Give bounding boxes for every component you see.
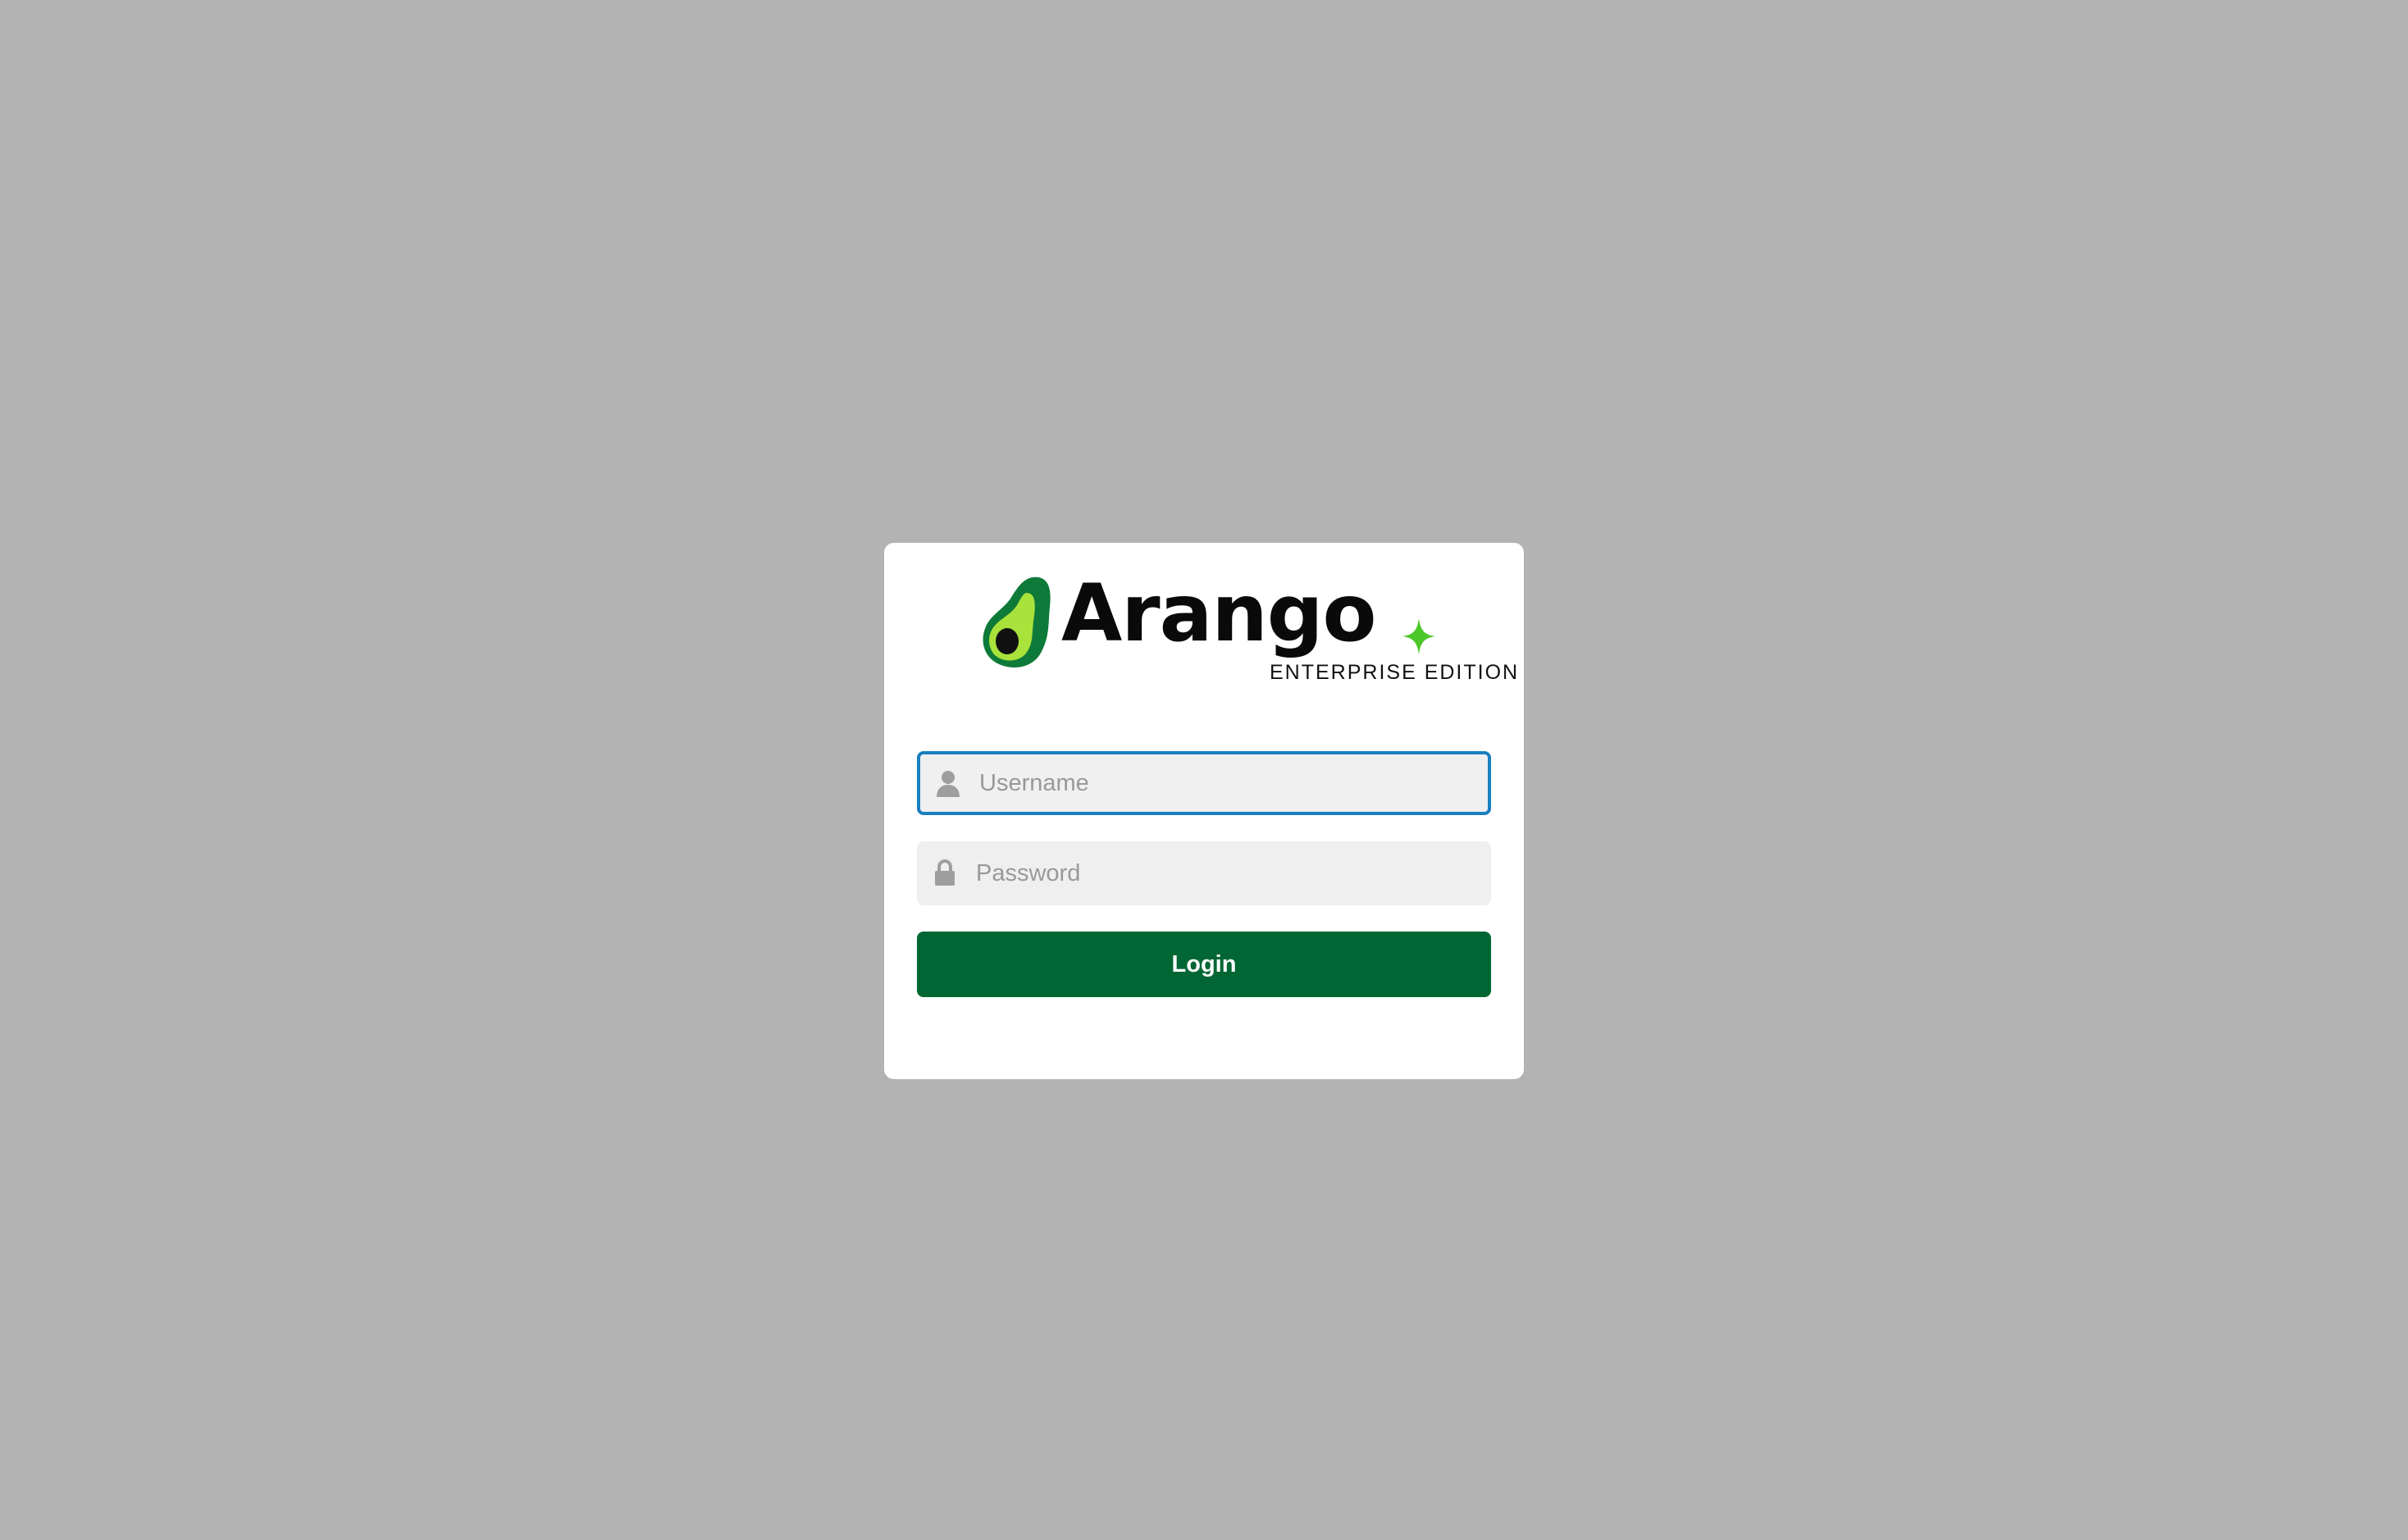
login-button[interactable]: Login [917, 932, 1491, 997]
lock-icon [935, 859, 955, 886]
password-input[interactable] [976, 841, 1468, 905]
sparkle-icon [1402, 618, 1435, 654]
avocado-logo-icon [983, 576, 1051, 667]
username-field[interactable] [917, 751, 1491, 815]
login-card: Arango ENTERPRISE EDITION Login [884, 543, 1524, 1079]
username-input[interactable] [979, 754, 1471, 812]
brand-edition: ENTERPRISE EDITION [1270, 661, 1520, 684]
brand-name: Arango [1061, 567, 1376, 659]
brand-logo: Arango ENTERPRISE EDITION [981, 567, 1517, 686]
user-icon [937, 771, 960, 797]
password-field[interactable] [917, 841, 1491, 905]
